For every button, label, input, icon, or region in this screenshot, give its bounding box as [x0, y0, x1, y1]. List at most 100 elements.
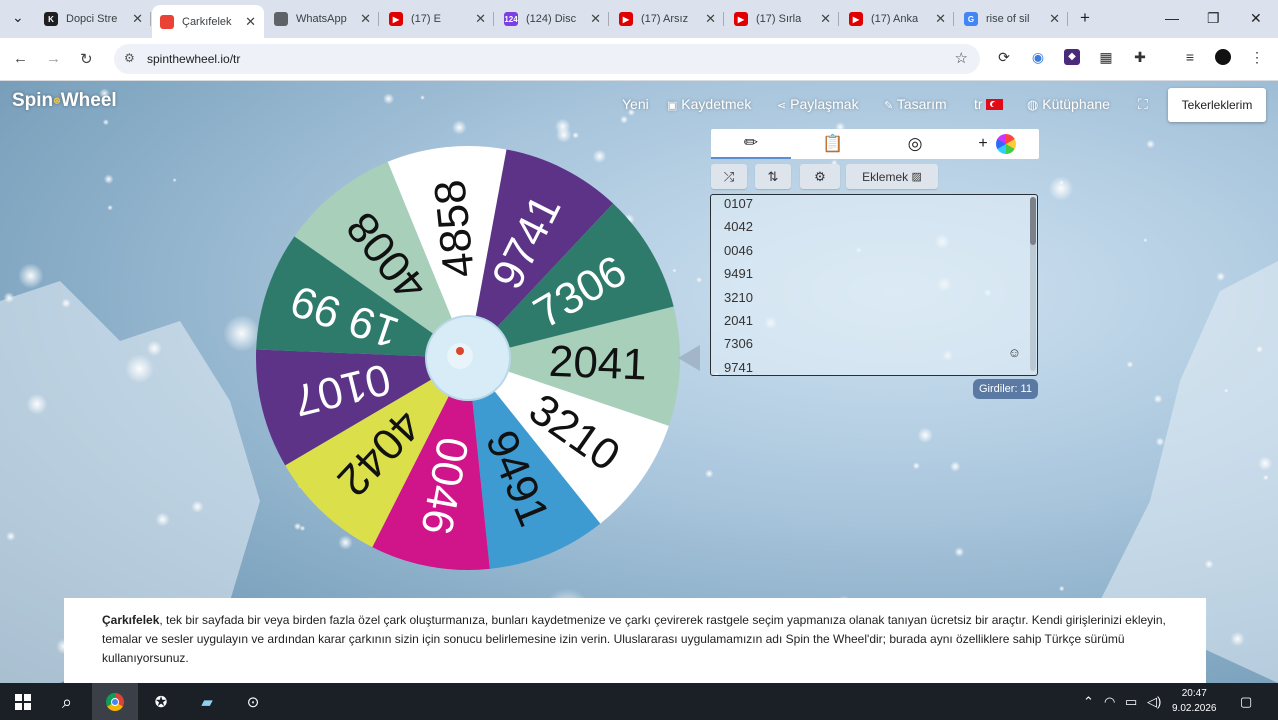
entry-line[interactable]: 0046	[724, 243, 753, 258]
add-image-button[interactable]: Eklemek ▨	[846, 164, 938, 189]
tab-close-icon[interactable]: ✕	[705, 11, 716, 27]
forward-icon[interactable]: →	[46, 50, 61, 67]
tab-title: WhatsApp	[296, 13, 347, 25]
snowflake	[155, 512, 170, 527]
add-image-label: Eklemek	[862, 169, 909, 184]
entry-line[interactable]: 7306	[724, 336, 753, 351]
sort-button[interactable]: ⇅	[755, 164, 791, 189]
tab-edit-pencil-icon[interactable]: ✏	[711, 129, 791, 159]
clock[interactable]: 20:47 9.02.2026	[1172, 686, 1217, 716]
fullscreen-icon[interactable]: ⛶	[1138, 96, 1148, 113]
site-logo[interactable]: Spin⊛Wheel	[12, 90, 117, 112]
entries-textarea[interactable]: 0107 4042 0046 9491 3210 2041 7306 9741 ☺	[710, 194, 1038, 376]
taskbar-app-files-icon[interactable]: ▰	[196, 691, 218, 713]
browser-tab[interactable]: K Dopci Stre ✕	[36, 5, 151, 33]
tab-close-icon[interactable]: ✕	[245, 14, 256, 30]
snowflake	[107, 204, 113, 211]
address-bar[interactable]: ⚙ spinthewheel.io/tr ☆	[114, 44, 980, 74]
close-window-button[interactable]: ✕	[1250, 10, 1262, 27]
nav-library[interactable]: ◍ Kütüphane	[1027, 96, 1110, 113]
taskbar-app-recorder-icon[interactable]: ⊙	[242, 691, 264, 713]
browser-tab[interactable]: ▶ (17) Arsız ✕	[611, 5, 724, 33]
new-tab-button[interactable]: +	[1080, 8, 1090, 28]
logo-wheel-icon: ⊛	[53, 95, 61, 106]
shuffle-icon: ⤮	[723, 168, 735, 184]
browser-tab[interactable]: 124 (124) Disc ✕	[496, 5, 609, 33]
tab-close-icon[interactable]: ✕	[1049, 11, 1060, 27]
emoji-picker-icon[interactable]: ☺	[1008, 345, 1021, 360]
back-icon[interactable]: ←	[13, 50, 28, 67]
extension-purple-icon[interactable]: ◆	[1064, 49, 1080, 65]
snowflake	[620, 115, 629, 124]
browser-toolbar: ← → ↻ ⚙ spinthewheel.io/tr ☆ ⟳ ◉ ◆ ▦ ✚ ≡…	[0, 38, 1278, 81]
shuffle-button[interactable]: ⤮	[711, 164, 747, 189]
tab-title: rise of sil	[986, 13, 1030, 25]
snowflake	[452, 120, 467, 135]
tab-close-icon[interactable]: ✕	[590, 11, 601, 27]
nav-language[interactable]: tr	[974, 96, 1004, 112]
my-wheels-button[interactable]: Tekerleklerim	[1168, 88, 1266, 122]
tray-chevron-icon[interactable]: ⌃	[1083, 694, 1094, 710]
spin-wheel[interactable]: 20413210949100464042010719 9940084858974…	[248, 138, 688, 578]
extension-grid-icon[interactable]: ▦	[1098, 49, 1114, 65]
notification-icon[interactable]: ▢	[1240, 694, 1252, 710]
tab-close-icon[interactable]: ✕	[820, 11, 831, 27]
chrome-taskbar-button[interactable]	[92, 683, 138, 720]
minimize-button[interactable]: —	[1165, 10, 1179, 26]
entries-scrollbar-thumb[interactable]	[1030, 197, 1036, 245]
windows-start-icon[interactable]	[12, 691, 34, 713]
extension-audio-icon[interactable]: ◉	[1030, 49, 1046, 65]
nav-design[interactable]: ✎ Tasarım	[884, 96, 947, 112]
snowflake	[102, 119, 109, 126]
tab-close-icon[interactable]: ✕	[360, 11, 371, 27]
tab-results-clipboard-icon[interactable]: 📋	[793, 129, 873, 159]
extension-sync-icon[interactable]: ⟳	[996, 49, 1012, 65]
restore-button[interactable]: ❐	[1207, 10, 1220, 27]
nav-save[interactable]: ▣ Kaydetmek	[667, 96, 751, 112]
entry-line[interactable]: 2041	[724, 313, 753, 328]
browser-tab[interactable]: ▶ (17) E ✕	[381, 5, 494, 33]
browser-tab[interactable]: Çarkıfelek ✕	[152, 5, 264, 38]
search-icon[interactable]: ⌕	[56, 691, 78, 713]
clock-date: 9.02.2026	[1172, 703, 1217, 714]
tab-hidden-eye-icon[interactable]: ◎	[875, 129, 955, 159]
battery-icon[interactable]: ▭	[1125, 694, 1137, 710]
tab-favicon-icon: K	[44, 12, 58, 26]
site-settings-icon[interactable]: ⚙	[124, 51, 135, 65]
share-icon: ⋖	[777, 100, 787, 112]
profile-avatar[interactable]	[1215, 49, 1231, 65]
snowflake	[912, 462, 920, 470]
tab-add-wheel[interactable]: +	[957, 129, 1037, 159]
entries-scrollbar[interactable]	[1030, 197, 1036, 371]
reload-icon[interactable]: ↻	[80, 50, 93, 68]
snowflake	[1155, 437, 1165, 447]
settings-button[interactable]: ⚙	[800, 164, 840, 189]
entry-line[interactable]: 0107	[724, 196, 753, 211]
nav-new[interactable]: Yeni	[622, 96, 649, 112]
browser-tab[interactable]: ▶ (17) Anka ✕	[841, 5, 954, 33]
entry-line[interactable]: 3210	[724, 290, 753, 305]
browser-menu-icon[interactable]: ⋮	[1249, 49, 1265, 65]
image-icon: ▨	[911, 171, 922, 183]
tab-close-icon[interactable]: ✕	[132, 11, 143, 27]
browser-tab[interactable]: WhatsApp ✕	[266, 5, 379, 33]
extensions-puzzle-icon[interactable]: ✚	[1132, 49, 1148, 65]
snowflake	[696, 277, 702, 283]
browser-tab[interactable]: ▶ (17) Sırla ✕	[726, 5, 839, 33]
volume-icon[interactable]: ◁)	[1147, 694, 1161, 710]
tab-search-chevron-icon[interactable]: ⌄	[12, 9, 24, 26]
wifi-icon[interactable]: ◠	[1104, 694, 1115, 710]
entry-line[interactable]: 9741	[724, 360, 753, 375]
tab-separator	[1067, 12, 1068, 26]
browser-tab[interactable]: Grise of sil ✕	[956, 5, 1068, 33]
bookmark-star-icon[interactable]: ☆	[955, 49, 968, 67]
pencil-icon: ✎	[884, 100, 894, 112]
media-control-icon[interactable]: ≡	[1182, 49, 1198, 65]
entry-line[interactable]: 4042	[724, 219, 753, 234]
tab-close-icon[interactable]: ✕	[935, 11, 946, 27]
nav-share[interactable]: ⋖ Paylaşmak	[777, 96, 859, 112]
snowflake	[172, 178, 177, 183]
tab-close-icon[interactable]: ✕	[475, 11, 486, 27]
entry-line[interactable]: 9491	[724, 266, 753, 281]
taskbar-app-compass-icon[interactable]: ✪	[150, 691, 172, 713]
